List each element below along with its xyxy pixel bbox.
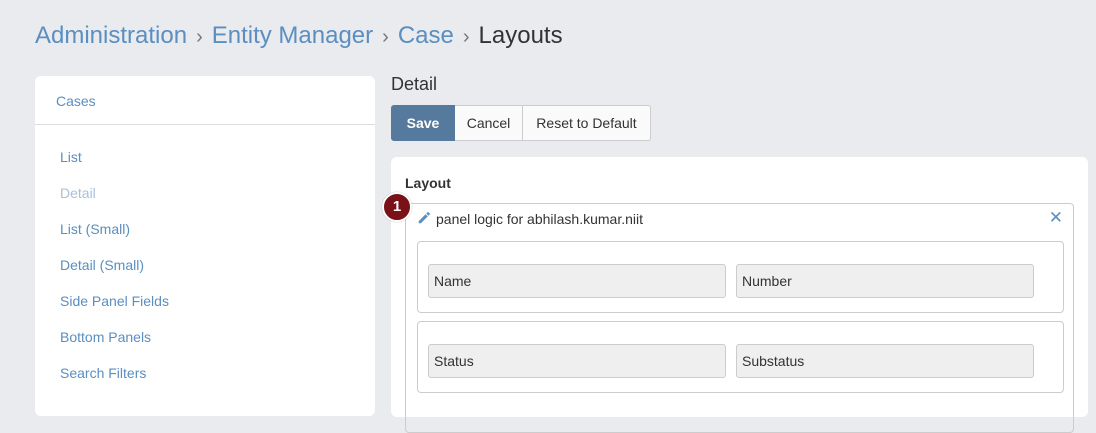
sidebar-item-bottom-panels[interactable]: Bottom Panels [35, 328, 375, 364]
layout-panel: 1 panel logic for abhilash.kumar.niit ✕ … [382, 192, 1074, 433]
close-icon[interactable]: ✕ [1049, 209, 1063, 227]
panel-title: panel logic for abhilash.kumar.niit [436, 211, 644, 227]
layout-label: Layout [405, 175, 451, 191]
sidebar-list: List Detail List (Small) Detail (Small) … [35, 125, 375, 400]
breadcrumb-separator: › [462, 26, 470, 48]
sidebar-item-side-panel-fields[interactable]: Side Panel Fields [35, 292, 375, 328]
field-cell-status[interactable]: Status [428, 344, 726, 378]
breadcrumb-administration[interactable]: Administration [35, 22, 187, 49]
layout-row: Status Substatus [417, 321, 1064, 393]
breadcrumb-current-layouts: Layouts [478, 22, 563, 49]
sidebar-item-detail-small[interactable]: Detail (Small) [35, 256, 375, 292]
cancel-button[interactable]: Cancel [455, 105, 523, 141]
field-cell-number[interactable]: Number [736, 264, 1034, 298]
pencil-icon[interactable] [417, 211, 431, 225]
breadcrumb-entity-manager[interactable]: Entity Manager [212, 22, 373, 49]
breadcrumb-separator: › [196, 26, 203, 48]
breadcrumb: Administration › Entity Manager › Case › Layou… [35, 22, 563, 51]
save-button[interactable]: Save [391, 105, 455, 141]
layout-row: Name Number [417, 241, 1064, 313]
action-button-group: Save Cancel Reset to Default [391, 105, 651, 141]
page-title: Detail [391, 74, 438, 94]
reset-to-default-button[interactable]: Reset to Default [523, 105, 651, 141]
layout-card: Layout 1 panel logic for abhilash.kumar.… [382, 157, 1088, 433]
layouts-sidebar: Cases List Detail List (Small) Detail (S… [35, 76, 375, 416]
breadcrumb-separator: › [382, 26, 389, 48]
sidebar-header-cases[interactable]: Cases [35, 76, 375, 125]
field-cell-substatus[interactable]: Substatus [736, 344, 1034, 378]
breadcrumb-case[interactable]: Case [398, 22, 454, 49]
step-badge: 1 [382, 192, 412, 222]
field-cell-name[interactable]: Name [428, 264, 726, 298]
sidebar-item-list[interactable]: List [35, 148, 375, 184]
sidebar-item-detail: Detail [60, 185, 96, 201]
sidebar-item-list-small[interactable]: List (Small) [35, 220, 375, 256]
sidebar-item-search-filters[interactable]: Search Filters [35, 364, 375, 400]
